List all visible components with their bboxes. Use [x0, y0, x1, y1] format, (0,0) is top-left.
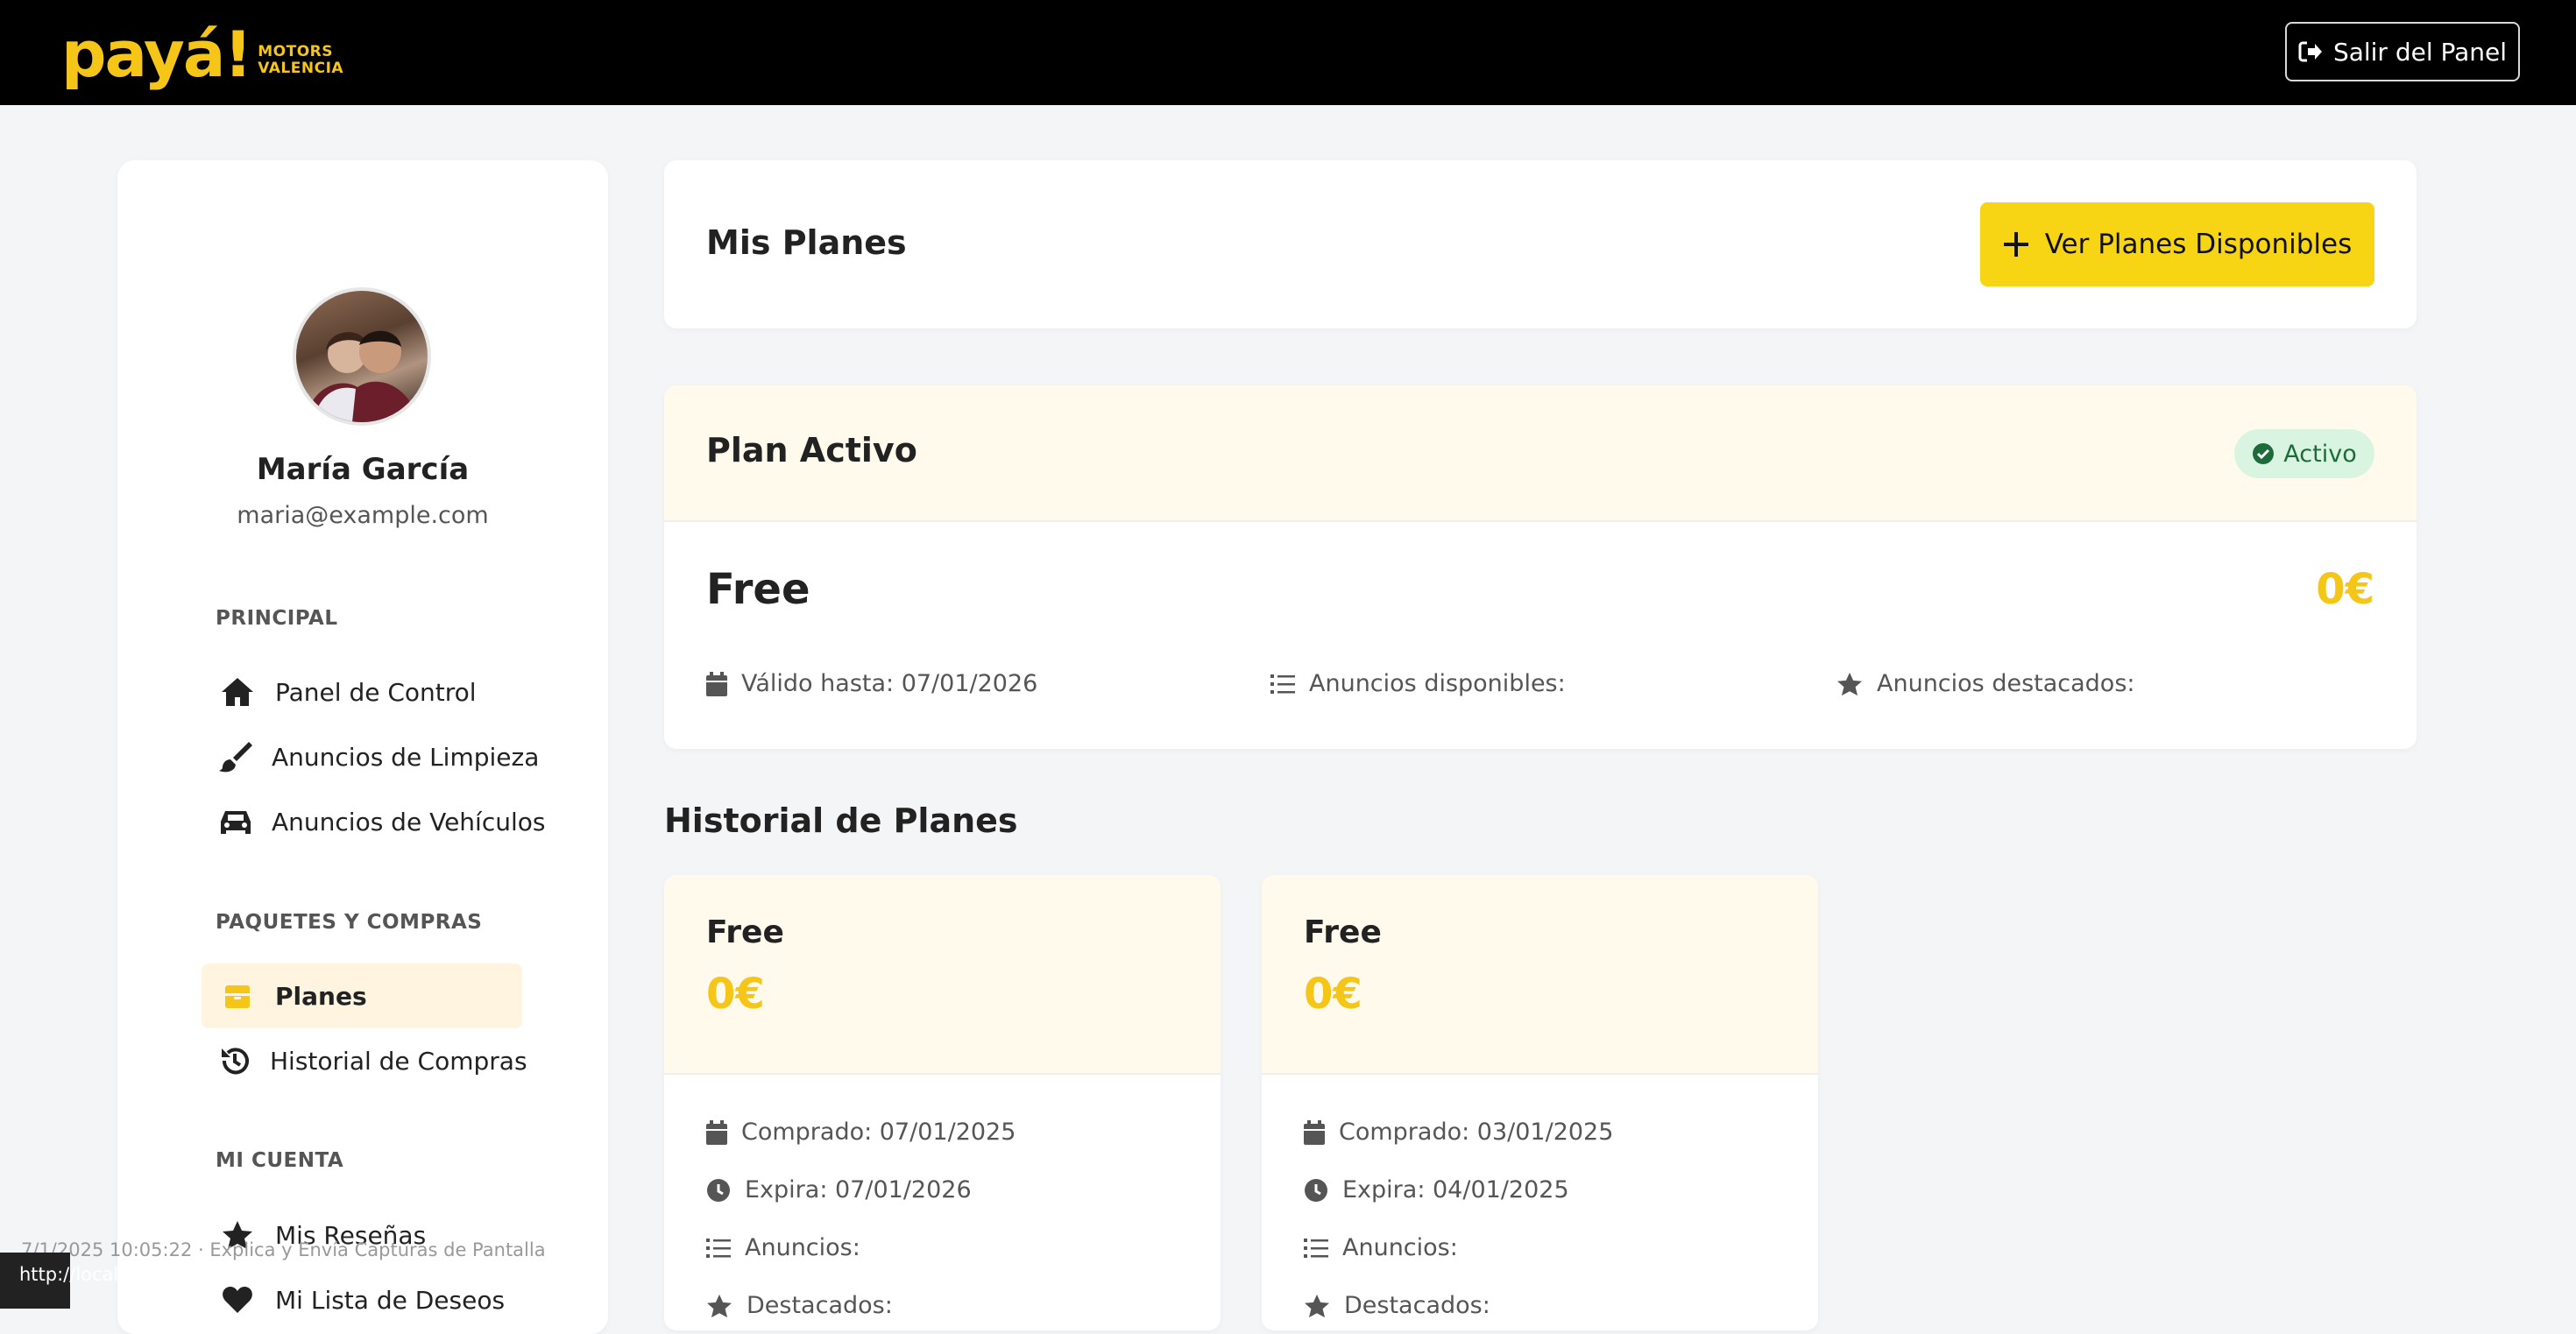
- page-header-card: Mis Planes Ver Planes Disponibles: [664, 160, 2417, 328]
- brand-logo[interactable]: payá! MOTORS VALENCIA: [61, 16, 343, 89]
- ads-available-text: Anuncios disponibles:: [1309, 670, 1566, 697]
- sidebar-item-label: Mi Lista de Deseos: [275, 1285, 506, 1315]
- history-plan-price: 0€: [706, 970, 765, 1019]
- view-plans-button[interactable]: Ver Planes Disponibles: [1980, 202, 2374, 286]
- history-plan-card: Free 0€ Comprado: 07/01/2025 Expira: 07/…: [664, 875, 1221, 1330]
- active-plan-header: Plan Activo Activo: [664, 385, 2417, 522]
- history-icon: [219, 1042, 251, 1079]
- featured-count-text: Destacados:: [1344, 1292, 1490, 1319]
- history-plan-card: Free 0€ Comprado: 03/01/2025 Expira: 04/…: [1262, 875, 1818, 1330]
- logo-sub-line1: MOTORS: [258, 43, 334, 60]
- plus-icon: [2003, 232, 2028, 257]
- ads-count: Anuncios:: [1304, 1234, 1458, 1261]
- section-title-principal: PRINCIPAL: [216, 607, 338, 630]
- expiry-date-text: Expira: 07/01/2026: [745, 1176, 972, 1203]
- clock-icon: [707, 1178, 730, 1202]
- history-plan-name: Free: [706, 914, 784, 950]
- sidebar-item-historial-de-compras[interactable]: Historial de Compras: [202, 1028, 527, 1093]
- sidebar-item-label: Anuncios de Vehículos: [272, 807, 546, 836]
- history-plan-header: Free 0€: [664, 875, 1221, 1075]
- sidebar-item-label: Panel de Control: [275, 677, 477, 707]
- status-label: Activo: [2283, 440, 2357, 468]
- star-icon: [707, 1294, 732, 1317]
- list-icon: [1304, 1238, 1328, 1258]
- history-plan-name: Free: [1304, 914, 1382, 950]
- home-icon: [219, 674, 256, 710]
- star-icon: [1837, 672, 1862, 695]
- star-icon: [1305, 1294, 1329, 1317]
- valid-until-text: Válido hasta: 07/01/2026: [741, 670, 1038, 697]
- sidebar-item-planes[interactable]: Planes: [202, 963, 522, 1028]
- ads-count-text: Anuncios:: [745, 1234, 860, 1261]
- featured-count: Destacados:: [1304, 1292, 1490, 1319]
- history-plan-header: Free 0€: [1262, 875, 1818, 1075]
- featured-ads: Anuncios destacados:: [1836, 670, 2134, 697]
- featured-ads-text: Anuncios destacados:: [1877, 670, 2135, 697]
- ads-count: Anuncios:: [706, 1234, 860, 1261]
- sidebar-item-anuncios-de-limpieza[interactable]: Anuncios de Limpieza: [202, 724, 539, 789]
- active-plan-title: Plan Activo: [706, 431, 917, 469]
- purchase-date-text: Comprado: 07/01/2025: [741, 1119, 1016, 1146]
- expiry-date: Expira: 04/01/2025: [1304, 1176, 1569, 1203]
- section-title-mi-cuenta: MI CUENTA: [216, 1149, 344, 1172]
- logout-label: Salir del Panel: [2332, 37, 2508, 67]
- user-name: María García: [256, 452, 470, 487]
- calendar-icon: [1304, 1119, 1325, 1145]
- featured-count-text: Destacados:: [747, 1292, 893, 1319]
- logo-text: payá!: [61, 18, 252, 91]
- avatar: [293, 287, 431, 426]
- user-email: maria@example.com: [237, 502, 489, 529]
- logout-button[interactable]: Salir del Panel: [2285, 22, 2520, 81]
- calendar-icon: [706, 671, 727, 696]
- clock-icon: [1305, 1178, 1327, 1202]
- valid-until: Válido hasta: 07/01/2026: [706, 670, 1037, 697]
- status-badge: Activo: [2234, 429, 2374, 478]
- ads-available: Anuncios disponibles:: [1270, 670, 1566, 697]
- history-plan-price: 0€: [1304, 970, 1362, 1019]
- logo-sub-line2: VALENCIA: [258, 60, 344, 77]
- sidebar-item-panel-de-control[interactable]: Panel de Control: [202, 660, 522, 724]
- purchase-date: Comprado: 03/01/2025: [1304, 1119, 1613, 1146]
- active-plan-price: 0€: [2316, 565, 2374, 614]
- section-title-paquetes: PAQUETES Y COMPRAS: [216, 911, 483, 934]
- logout-icon: [2298, 41, 2322, 62]
- sidebar-item-anuncios-de-vehiculos[interactable]: Anuncios de Vehículos: [202, 789, 545, 854]
- capture-timestamp: 7/1/2025 10:05:22 · Explica y Envía Capt…: [21, 1239, 546, 1260]
- page-title: Mis Planes: [706, 223, 907, 262]
- heart-icon: [219, 1281, 256, 1318]
- car-icon: [219, 803, 252, 840]
- sidebar-item-label: Planes: [275, 981, 367, 1011]
- sidebar: María García maria@example.com PRINCIPAL…: [117, 160, 608, 1334]
- expiry-date: Expira: 07/01/2026: [706, 1176, 972, 1203]
- featured-count: Destacados:: [706, 1292, 893, 1319]
- view-plans-label: Ver Planes Disponibles: [2044, 229, 2353, 260]
- check-circle-icon: [2253, 443, 2275, 464]
- list-icon: [706, 1238, 731, 1258]
- active-plan-name: Free: [706, 565, 810, 614]
- sidebar-item-label: Anuncios de Limpieza: [272, 742, 540, 772]
- active-plan-card: Plan Activo Activo Free 0€ Válido hasta:…: [664, 385, 2417, 749]
- expiry-date-text: Expira: 04/01/2025: [1342, 1176, 1569, 1203]
- box-icon: [219, 978, 256, 1014]
- purchase-date-text: Comprado: 03/01/2025: [1339, 1119, 1614, 1146]
- logo-subtext: MOTORS VALENCIA: [258, 44, 343, 77]
- history-title: Historial de Planes: [664, 801, 1018, 840]
- purchase-date: Comprado: 07/01/2025: [706, 1119, 1016, 1146]
- status-url: http://localhost:3000/user/my-packages: [19, 1264, 386, 1285]
- list-icon: [1270, 674, 1295, 694]
- sidebar-item-label: Historial de Compras: [270, 1046, 527, 1076]
- brush-icon: [219, 738, 252, 775]
- ads-count-text: Anuncios:: [1342, 1234, 1458, 1261]
- top-bar: payá! MOTORS VALENCIA Salir del Panel: [0, 0, 2576, 105]
- calendar-icon: [706, 1119, 727, 1145]
